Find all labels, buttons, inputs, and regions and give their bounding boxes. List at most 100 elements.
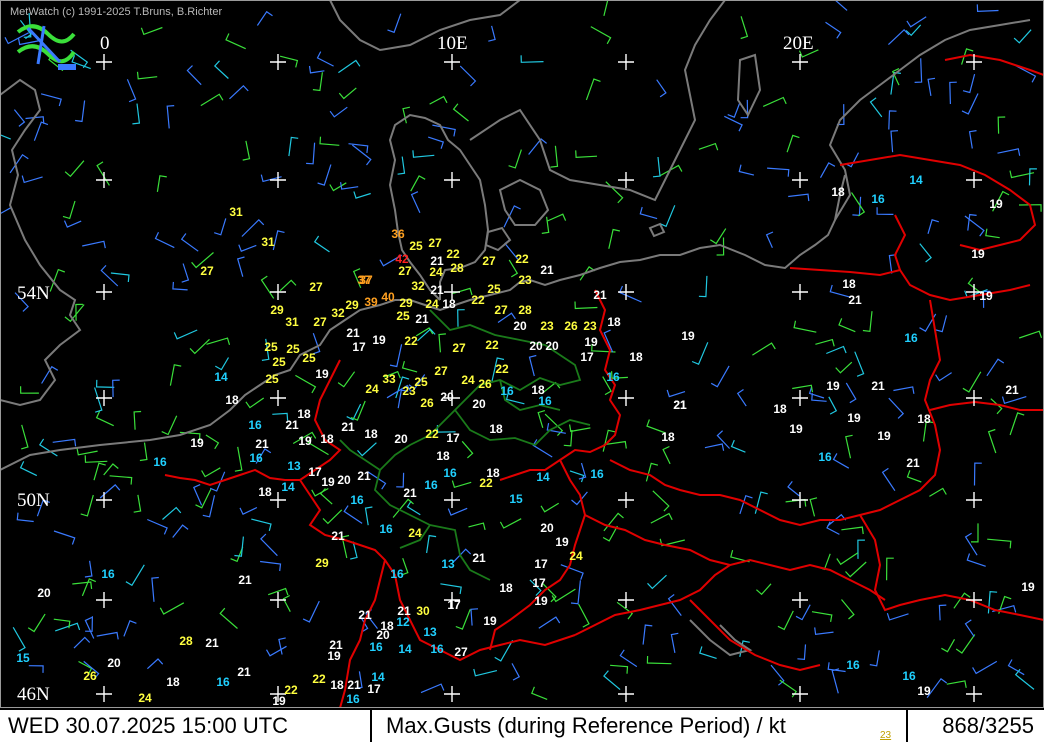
gust-value-label: 13 [287, 459, 301, 473]
gust-value-label: 18 [831, 185, 845, 199]
gust-value-label: 16 [818, 450, 832, 464]
gust-value-label: 19 [917, 684, 931, 698]
gust-value-label: 21 [673, 398, 687, 412]
gust-value-label: 21 [357, 469, 371, 483]
gust-value-label: 18 [320, 432, 334, 446]
gust-value-label: 21 [403, 486, 417, 500]
gust-value-label: 20 [37, 586, 51, 600]
gust-value-label: 18 [486, 466, 500, 480]
gust-value-label: 21 [341, 420, 355, 434]
gust-value-label: 18 [489, 422, 503, 436]
gust-value-label: 33 [382, 372, 396, 386]
gust-value-label: 18 [917, 412, 931, 426]
gust-value-label: 19 [1021, 580, 1035, 594]
gust-value-label: 26 [478, 377, 492, 391]
gust-value-label: 19 [534, 594, 548, 608]
copyright-text: MetWatch (c) 1991-2025 T.Bruns, B.Richte… [10, 6, 223, 18]
gust-value-label: 21 [593, 288, 607, 302]
gust-value-label: 17 [367, 682, 381, 696]
gust-value-label: 24 [569, 549, 583, 563]
weather-map[interactable]: 0 10E 20E 54N 50N 46N 364225 2722213727 24… [0, 0, 1044, 708]
gust-value-label: 19 [979, 289, 993, 303]
gust-value-label: 19 [789, 422, 803, 436]
gust-value-label: 19 [190, 436, 204, 450]
gust-value-label: 20 [529, 339, 543, 353]
gust-value-label: 16 [538, 394, 552, 408]
gust-value-label: 19 [555, 535, 569, 549]
gust-value-label: 26 [420, 396, 434, 410]
gust-value-label: 20 [472, 397, 486, 411]
gust-value-label: 20 [394, 432, 408, 446]
map-background [0, 0, 1044, 708]
gust-value-label: 19 [989, 197, 1003, 211]
gust-value-label: 14 [214, 370, 228, 384]
gust-value-label: 16 [606, 370, 620, 384]
gust-value-label: 16 [346, 692, 360, 706]
gust-value-label: 17 [308, 465, 322, 479]
status-count: 868/3255 [942, 713, 1034, 738]
gust-value-label: 29 [270, 303, 284, 317]
gust-value-label: 36 [391, 227, 405, 241]
gust-value-label: 25 [286, 342, 300, 356]
gust-value-label: 16 [379, 522, 393, 536]
gust-value-label: 19 [315, 367, 329, 381]
gust-value-label: 22 [425, 427, 439, 441]
gust-value-label: 16 [369, 640, 383, 654]
gust-value-label: 24 [429, 265, 443, 279]
gust-value-label: 28 [179, 634, 193, 648]
gust-value-label: 21 [331, 529, 345, 543]
gust-value-label: 18 [258, 485, 272, 499]
gust-value-label: 21 [430, 283, 444, 297]
gust-value-label: 21 [1005, 383, 1019, 397]
gust-value-label: 13 [441, 557, 455, 571]
gust-value-label: 23 [540, 319, 554, 333]
gust-value-label: 19 [826, 379, 840, 393]
gust-value-label: 23 [402, 384, 416, 398]
gust-value-label: 31 [261, 235, 275, 249]
gust-value-label: 17 [446, 431, 460, 445]
gust-value-label: 32 [331, 306, 345, 320]
gust-value-label: 20 [545, 339, 559, 353]
gust-value-label: 16 [153, 455, 167, 469]
gust-value-label: 21 [255, 437, 269, 451]
gust-value-label: 20 [107, 656, 121, 670]
gust-value-label: 18 [436, 449, 450, 463]
gust-value-label: 18 [607, 315, 621, 329]
gust-value-label: 27 [452, 341, 466, 355]
gust-value-label: 18 [842, 277, 856, 291]
gust-value-label: 18 [330, 678, 344, 692]
gust-value-label: 17 [532, 576, 546, 590]
gust-value-label: 25 [265, 372, 279, 386]
gust-value-label: 28 [450, 261, 464, 275]
gust-value-label: 16 [846, 658, 860, 672]
gust-value-label: 24 [408, 526, 422, 540]
gust-value-label: 23 [583, 319, 597, 333]
lat-label-46n: 46N [17, 684, 50, 705]
gust-value-label: 19 [483, 614, 497, 628]
gust-value-label: 28 [518, 303, 532, 317]
gust-value-label: 20 [540, 521, 554, 535]
gust-value-label: 21 [237, 665, 251, 679]
gust-value-label: 14 [909, 173, 923, 187]
gust-value-label: 17 [447, 598, 461, 612]
gust-value-label: 22 [284, 683, 298, 697]
gust-value-label: 16 [350, 493, 364, 507]
lon-label-20e: 20E [783, 33, 814, 54]
gust-value-label: 27 [434, 364, 448, 378]
status-datetime: WED 30.07.2025 15:00 UTC [8, 713, 289, 738]
gust-value-label: 15 [509, 492, 523, 506]
gust-value-label: 27 [309, 280, 323, 294]
gust-value-label: 29 [315, 556, 329, 570]
gust-value-label: 22 [515, 252, 529, 266]
lat-label-50n: 50N [17, 490, 50, 511]
gust-value-label: 25 [396, 309, 410, 323]
gust-value-label: 16 [430, 642, 444, 656]
gust-value-label: 19 [681, 329, 695, 343]
gust-value-label: 20 [513, 319, 527, 333]
gust-value-label: 22 [485, 338, 499, 352]
status-title: Max.Gusts (during Reference Period) / kt [386, 713, 786, 738]
gust-value-label: 16 [902, 669, 916, 683]
gust-value-label: 18 [166, 675, 180, 689]
gust-value-label: 17 [580, 350, 594, 364]
gust-value-label: 18 [629, 350, 643, 364]
